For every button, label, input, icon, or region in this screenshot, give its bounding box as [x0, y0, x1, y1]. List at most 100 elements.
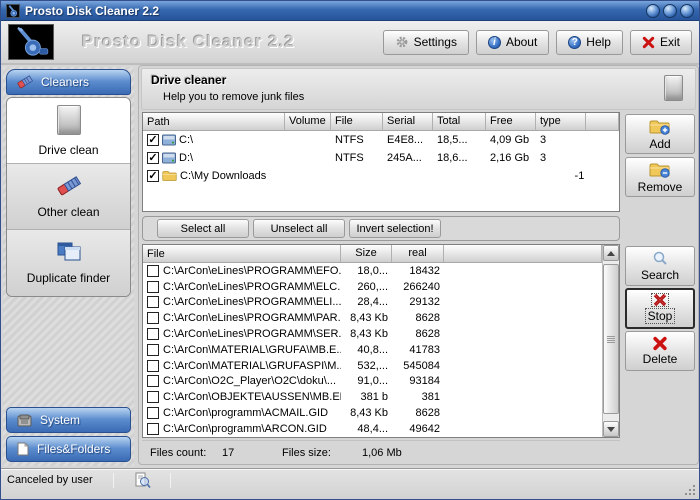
- col-file[interactable]: File: [143, 245, 341, 263]
- search-icon: [652, 251, 668, 267]
- drive-icon: [162, 152, 176, 164]
- sidebar-group-system[interactable]: System: [6, 407, 131, 433]
- status-bar: Canceled by user: [1, 468, 699, 499]
- col-volume[interactable]: Volume: [285, 113, 331, 131]
- delete-button[interactable]: Delete: [625, 331, 695, 371]
- file-checkbox[interactable]: [147, 328, 159, 341]
- invert-selection-button[interactable]: Invert selection!: [349, 219, 441, 238]
- sidebar: Cleaners Drive clean Other clean Duplica…: [3, 67, 134, 466]
- stop-button[interactable]: Stop: [625, 288, 695, 329]
- col-file[interactable]: File: [331, 113, 383, 131]
- col-size[interactable]: Size: [341, 245, 392, 263]
- remove-button[interactable]: Remove: [625, 157, 695, 197]
- maximize-button[interactable]: [663, 3, 677, 18]
- drive-row[interactable]: D:\ NTFS 245A... 18,6... 2,16 Gb 3: [143, 149, 619, 167]
- close-button[interactable]: [680, 3, 694, 18]
- file-checkbox[interactable]: [147, 343, 159, 356]
- file-path: C:\ArCon\MATERIAL\GRUFASPI\M...: [163, 359, 341, 372]
- col-real[interactable]: real: [392, 245, 444, 263]
- file-row[interactable]: C:\ArCon\O2C_Player\O2C\doku\... 91,0...…: [143, 374, 619, 390]
- sidebar-item-duplicate-finder[interactable]: Duplicate finder: [7, 230, 130, 296]
- drive-checkbox[interactable]: [147, 170, 159, 182]
- files-count-label: Files count:: [150, 446, 207, 459]
- drive-type: 3: [540, 152, 547, 164]
- system-label: System: [40, 413, 81, 427]
- file-checkbox[interactable]: [147, 375, 159, 388]
- drive-row[interactable]: C:\ NTFS E4E8... 18,5... 4,09 Gb 3: [143, 131, 619, 149]
- file-checkbox[interactable]: [147, 407, 159, 420]
- settings-button[interactable]: Settings: [382, 29, 469, 55]
- drive-serial: E4E8...: [387, 134, 424, 146]
- scroll-thumb[interactable]: [603, 264, 619, 414]
- arrow-down-icon: [607, 426, 615, 432]
- delete-label: Delete: [642, 352, 678, 366]
- minimize-button[interactable]: [646, 3, 660, 18]
- exit-label: Exit: [659, 35, 680, 49]
- file-checkbox[interactable]: [147, 312, 159, 325]
- file-size: 532,...: [357, 359, 388, 372]
- drive-checkbox[interactable]: [147, 152, 159, 164]
- file-checkbox[interactable]: [147, 296, 159, 309]
- file-row[interactable]: C:\ArCon\programm\ARCON.GID 48,4... 4964…: [143, 421, 619, 437]
- files-count-value: 17: [222, 446, 235, 459]
- file-row[interactable]: C:\ArCon\eLines\PROGRAMM\PAR... 8,43 Kb …: [143, 310, 619, 326]
- file-checkbox[interactable]: [147, 359, 159, 372]
- arrow-up-icon: [607, 250, 615, 256]
- search-button[interactable]: Search: [625, 246, 695, 286]
- file-row[interactable]: C:\ArCon\OBJEKTE\AUSSEN\MB.ERR 381 b 381: [143, 389, 619, 405]
- file-row[interactable]: C:\ArCon\programm\ACMAIL.GID 8,43 Kb 862…: [143, 405, 619, 421]
- scroll-up-button[interactable]: [603, 245, 619, 261]
- col-free[interactable]: Free: [486, 113, 536, 131]
- report-search-icon[interactable]: [134, 472, 151, 489]
- add-button[interactable]: Add: [625, 114, 695, 154]
- drive-total: 18,6...: [437, 152, 468, 164]
- files-size-label: Files size:: [282, 446, 331, 459]
- col-path[interactable]: Path: [143, 113, 285, 131]
- vertical-scrollbar[interactable]: [602, 245, 619, 437]
- exit-button[interactable]: Exit: [629, 29, 692, 55]
- sidebar-item-drive-clean[interactable]: Drive clean: [7, 98, 130, 164]
- remove-label: Remove: [637, 179, 683, 194]
- file-row[interactable]: C:\ArCon\MATERIAL\GRUFASPI\M... 532,... …: [143, 358, 619, 374]
- unselect-all-button[interactable]: Unselect all: [253, 219, 345, 238]
- col-total[interactable]: Total: [433, 113, 486, 131]
- files-size-value: 1,06 Mb: [362, 446, 402, 459]
- about-button[interactable]: About: [475, 29, 550, 55]
- file-row[interactable]: C:\ArCon\eLines\PROGRAMM\SER... 8,43 Kb …: [143, 326, 619, 342]
- file-checkbox[interactable]: [147, 391, 159, 404]
- file-path: C:\ArCon\programm\ACMAIL.GID: [163, 407, 329, 420]
- sidebar-group-cleaners[interactable]: Cleaners: [6, 69, 131, 95]
- file-row[interactable]: C:\ArCon\MATERIAL\GRUFA\MB.E... 40,8... …: [143, 342, 619, 358]
- file-size: 18,0...: [357, 264, 388, 277]
- settings-label: Settings: [413, 35, 457, 49]
- file-real: 29132: [409, 296, 440, 309]
- drive-checkbox[interactable]: [147, 134, 159, 146]
- file-row[interactable]: C:\ArCon\eLines\PROGRAMM\ELI... 28,4... …: [143, 295, 619, 311]
- file-size: 8,43 Kb: [350, 407, 388, 420]
- document-icon: [17, 442, 29, 456]
- help-button[interactable]: Help: [556, 29, 623, 55]
- file-path: C:\ArCon\eLines\PROGRAMM\ELC...: [163, 280, 341, 293]
- files-folders-label: Files&Folders: [37, 442, 111, 456]
- file-checkbox[interactable]: [147, 280, 159, 293]
- file-size: 40,8...: [357, 343, 388, 356]
- sidebar-group-files-folders[interactable]: Files&Folders: [6, 436, 131, 462]
- scroll-down-button[interactable]: [603, 421, 619, 437]
- col-type[interactable]: type: [536, 113, 586, 131]
- resize-grip[interactable]: [683, 483, 695, 495]
- file-list-header: File Size real: [143, 245, 619, 263]
- file-path: C:\ArCon\programm\ARCON.GID: [163, 422, 327, 435]
- select-all-button[interactable]: Select all: [157, 219, 249, 238]
- file-size: 48,4...: [357, 422, 388, 435]
- file-checkbox[interactable]: [147, 264, 159, 277]
- file-checkbox[interactable]: [147, 422, 159, 435]
- scroll-track[interactable]: [603, 414, 619, 421]
- col-serial[interactable]: Serial: [383, 113, 433, 131]
- file-row[interactable]: C:\ArCon\eLines\PROGRAMM\EFO... 18,0... …: [143, 263, 619, 279]
- add-label: Add: [649, 136, 671, 151]
- sidebar-item-other-clean[interactable]: Other clean: [7, 164, 130, 230]
- file-row[interactable]: C:\ArCon\eLines\PROGRAMM\ELC... 260,... …: [143, 279, 619, 295]
- drive-row[interactable]: C:\My Downloads -1: [143, 167, 619, 185]
- title-bar[interactable]: Prosto Disk Cleaner 2.2: [1, 1, 699, 21]
